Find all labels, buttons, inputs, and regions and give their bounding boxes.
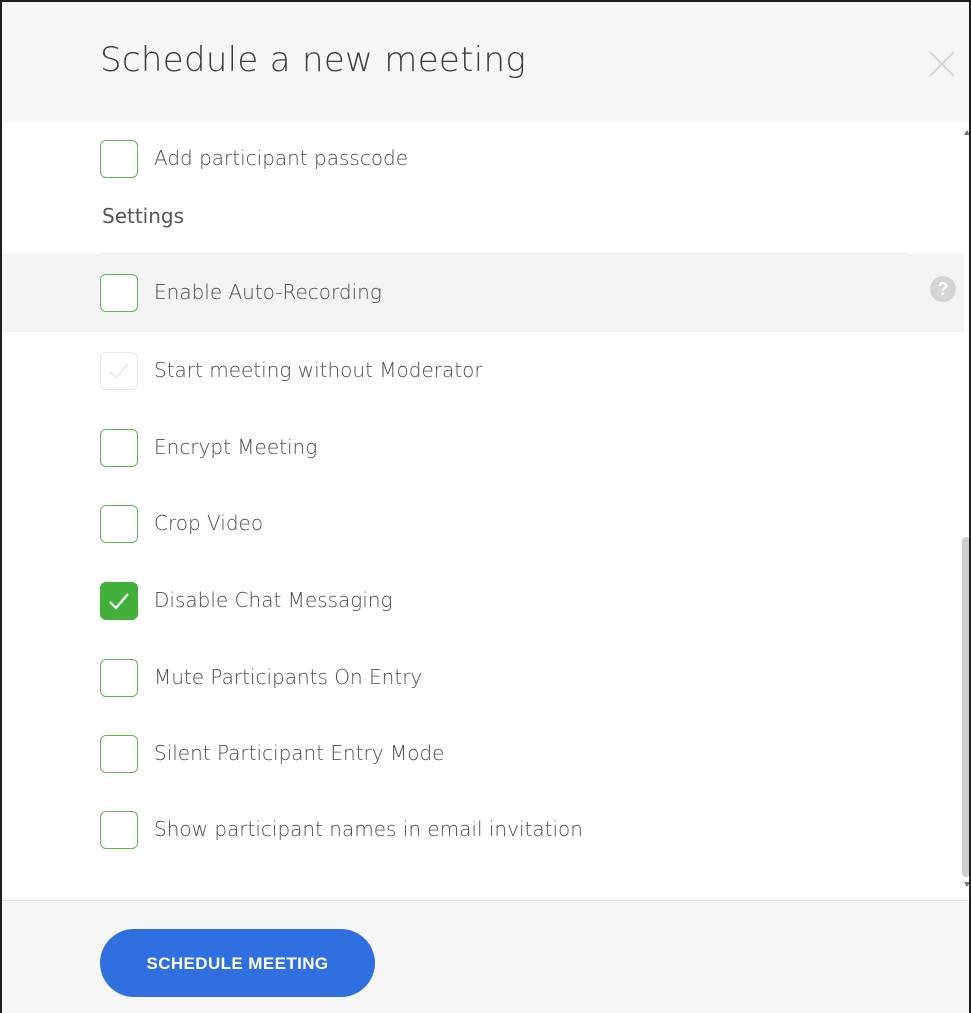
option-silent-entry-mode[interactable]: Silent Participant Entry Mode: [2, 735, 957, 775]
passcode-checkbox[interactable]: [100, 140, 138, 178]
crop-video-checkbox[interactable]: [100, 505, 138, 543]
option-start-without-moderator: Start meeting without Moderator: [2, 352, 957, 392]
option-label: Enable Auto-Recording: [154, 280, 382, 304]
silent-entry-checkbox[interactable]: [100, 735, 138, 773]
settings-section-label: Settings: [102, 204, 185, 228]
option-disable-chat-messaging[interactable]: Disable Chat Messaging: [2, 582, 957, 622]
option-label: Silent Participant Entry Mode: [154, 741, 445, 765]
encrypt-meeting-checkbox[interactable]: [100, 429, 138, 467]
auto-recording-checkbox[interactable]: [100, 274, 138, 312]
checkmark-icon: [109, 593, 129, 610]
start-without-moderator-checkbox: [100, 352, 138, 390]
option-label: Encrypt Meeting: [154, 435, 318, 459]
show-names-checkbox[interactable]: [100, 811, 138, 849]
scrollbar-thumb[interactable]: [962, 537, 969, 877]
option-show-participant-names[interactable]: Show participant names in email invitati…: [2, 811, 957, 851]
option-enable-auto-recording[interactable]: Enable Auto-Recording: [2, 274, 957, 314]
option-label: Crop Video: [154, 511, 264, 535]
mute-participants-checkbox[interactable]: [100, 659, 138, 697]
schedule-meeting-dialog: Schedule a new meeting Add participant p…: [0, 0, 971, 1013]
divider: [100, 253, 908, 254]
option-label: Disable Chat Messaging: [154, 588, 393, 612]
dialog-title: Schedule a new meeting: [100, 40, 527, 80]
scroll-down-arrow[interactable]: [964, 882, 969, 887]
checkmark-icon: [109, 363, 129, 380]
option-mute-participants[interactable]: Mute Participants On Entry: [2, 659, 957, 699]
option-label: Add participant passcode: [154, 146, 409, 170]
disable-chat-checkbox[interactable]: [100, 582, 138, 620]
option-label: Show participant names in email invitati…: [154, 817, 583, 841]
option-crop-video[interactable]: Crop Video: [2, 505, 957, 545]
dialog-header: Schedule a new meeting: [2, 2, 969, 122]
scroll-up-arrow[interactable]: [964, 130, 969, 135]
option-encrypt-meeting[interactable]: Encrypt Meeting: [2, 429, 957, 469]
schedule-meeting-button[interactable]: SCHEDULE MEETING: [100, 929, 375, 997]
close-icon[interactable]: [922, 44, 962, 84]
option-label: Mute Participants On Entry: [154, 665, 423, 689]
dialog-footer: SCHEDULE MEETING: [2, 900, 969, 1013]
question-icon[interactable]: ?: [930, 276, 956, 302]
dialog-body: Add participant passcode Settings Enable…: [2, 122, 969, 900]
option-label: Start meeting without Moderator: [154, 358, 483, 382]
option-add-participant-passcode[interactable]: Add participant passcode: [2, 140, 957, 180]
